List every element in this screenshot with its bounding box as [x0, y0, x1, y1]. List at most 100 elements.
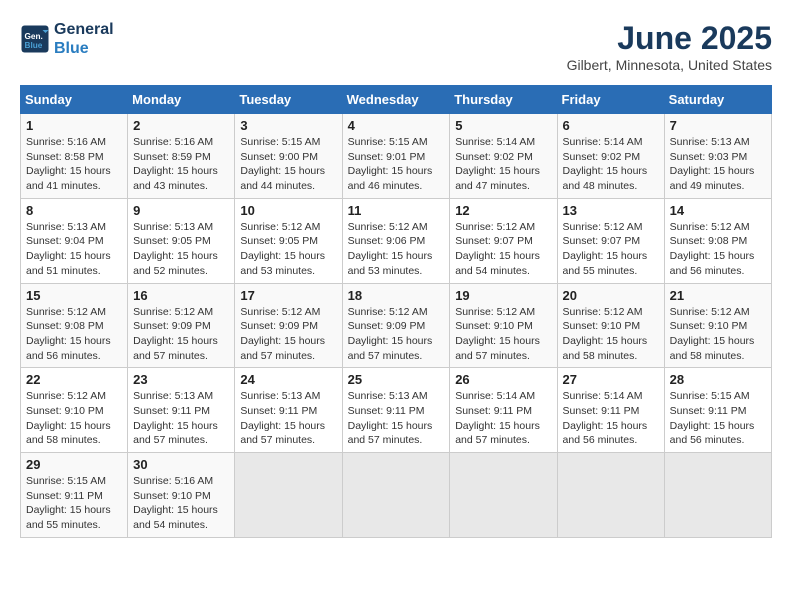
- day-info: Sunrise: 5:16 AM Sunset: 9:10 PM Dayligh…: [133, 474, 229, 533]
- day-info: Sunrise: 5:14 AM Sunset: 9:02 PM Dayligh…: [455, 135, 551, 194]
- calendar-cell: 27Sunrise: 5:14 AM Sunset: 9:11 PM Dayli…: [557, 368, 664, 453]
- calendar-week-row: 29 Sunrise: 5:15 AM Sunset: 9:11 PM Dayli…: [21, 453, 772, 538]
- day-info: Sunrise: 5:13 AM Sunset: 9:11 PM Dayligh…: [348, 389, 445, 448]
- day-number: 26: [455, 372, 551, 387]
- day-number: 10: [240, 203, 336, 218]
- day-number: 24: [240, 372, 336, 387]
- logo-line1: General: [54, 20, 114, 39]
- day-info: Sunrise: 5:13 AM Sunset: 9:04 PM Dayligh…: [26, 220, 122, 279]
- day-number: 17: [240, 288, 336, 303]
- day-info: Sunrise: 5:14 AM Sunset: 9:11 PM Dayligh…: [455, 389, 551, 448]
- header: Gen. Blue General Blue June 2025 Gilbert…: [20, 20, 772, 73]
- day-info: Sunrise: 5:13 AM Sunset: 9:05 PM Dayligh…: [133, 220, 229, 279]
- calendar-cell: 15 Sunrise: 5:12 AM Sunset: 9:08 PM Dayli…: [21, 283, 128, 368]
- calendar-cell: 8 Sunrise: 5:13 AM Sunset: 9:04 PM Daylig…: [21, 198, 128, 283]
- day-info: Sunrise: 5:15 AM Sunset: 9:11 PM Dayligh…: [670, 389, 766, 448]
- day-info: Sunrise: 5:12 AM Sunset: 9:08 PM Dayligh…: [670, 220, 766, 279]
- day-info: Sunrise: 5:14 AM Sunset: 9:02 PM Dayligh…: [563, 135, 659, 194]
- day-number: 3: [240, 118, 336, 133]
- weekday-header: Wednesday: [342, 86, 450, 114]
- calendar: SundayMondayTuesdayWednesdayThursdayFrid…: [20, 85, 772, 538]
- calendar-cell: 17 Sunrise: 5:12 AM Sunset: 9:09 PM Dayli…: [235, 283, 342, 368]
- weekday-header: Thursday: [450, 86, 557, 114]
- calendar-cell: 20 Sunrise: 5:12 AM Sunset: 9:10 PM Dayli…: [557, 283, 664, 368]
- day-number: 20: [563, 288, 659, 303]
- day-info: Sunrise: 5:12 AM Sunset: 9:05 PM Dayligh…: [240, 220, 336, 279]
- day-info: Sunrise: 5:12 AM Sunset: 9:10 PM Dayligh…: [670, 305, 766, 364]
- day-number: 6: [563, 118, 659, 133]
- calendar-cell: [450, 453, 557, 538]
- day-number: 30: [133, 457, 229, 472]
- title-area: June 2025 Gilbert, Minnesota, United Sta…: [567, 20, 772, 73]
- calendar-week-row: 8 Sunrise: 5:13 AM Sunset: 9:04 PM Daylig…: [21, 198, 772, 283]
- day-number: 4: [348, 118, 445, 133]
- day-number: 18: [348, 288, 445, 303]
- day-number: 25: [348, 372, 445, 387]
- svg-text:Gen.: Gen.: [25, 32, 43, 41]
- day-info: Sunrise: 5:13 AM Sunset: 9:03 PM Dayligh…: [670, 135, 766, 194]
- day-number: 8: [26, 203, 122, 218]
- day-info: Sunrise: 5:12 AM Sunset: 9:07 PM Dayligh…: [455, 220, 551, 279]
- calendar-cell: 2 Sunrise: 5:16 AM Sunset: 8:59 PM Daylig…: [128, 114, 235, 199]
- calendar-header-row: SundayMondayTuesdayWednesdayThursdayFrid…: [21, 86, 772, 114]
- calendar-cell: [664, 453, 771, 538]
- day-number: 19: [455, 288, 551, 303]
- day-number: 14: [670, 203, 766, 218]
- day-number: 22: [26, 372, 122, 387]
- calendar-cell: 28 Sunrise: 5:15 AM Sunset: 9:11 PM Dayli…: [664, 368, 771, 453]
- day-info: Sunrise: 5:12 AM Sunset: 9:07 PM Dayligh…: [563, 220, 659, 279]
- day-number: 23: [133, 372, 229, 387]
- calendar-cell: 19Sunrise: 5:12 AM Sunset: 9:10 PM Dayli…: [450, 283, 557, 368]
- weekday-header: Sunday: [21, 86, 128, 114]
- day-number: 28: [670, 372, 766, 387]
- logo-icon: Gen. Blue: [20, 24, 50, 54]
- day-number: 27: [563, 372, 659, 387]
- day-number: 12: [455, 203, 551, 218]
- calendar-cell: 23Sunrise: 5:13 AM Sunset: 9:11 PM Dayli…: [128, 368, 235, 453]
- calendar-cell: 12 Sunrise: 5:12 AM Sunset: 9:07 PM Dayli…: [450, 198, 557, 283]
- day-number: 29: [26, 457, 122, 472]
- day-info: Sunrise: 5:12 AM Sunset: 9:08 PM Dayligh…: [26, 305, 122, 364]
- calendar-cell: 30 Sunrise: 5:16 AM Sunset: 9:10 PM Dayli…: [128, 453, 235, 538]
- day-info: Sunrise: 5:12 AM Sunset: 9:09 PM Dayligh…: [240, 305, 336, 364]
- weekday-header: Tuesday: [235, 86, 342, 114]
- day-number: 13: [563, 203, 659, 218]
- day-number: 7: [670, 118, 766, 133]
- logo: Gen. Blue General Blue: [20, 20, 114, 58]
- calendar-cell: 7 Sunrise: 5:13 AM Sunset: 9:03 PM Daylig…: [664, 114, 771, 199]
- calendar-cell: 9 Sunrise: 5:13 AM Sunset: 9:05 PM Daylig…: [128, 198, 235, 283]
- day-info: Sunrise: 5:16 AM Sunset: 8:59 PM Dayligh…: [133, 135, 229, 194]
- month-title: June 2025: [567, 20, 772, 57]
- calendar-cell: 24 Sunrise: 5:13 AM Sunset: 9:11 PM Dayli…: [235, 368, 342, 453]
- day-info: Sunrise: 5:12 AM Sunset: 9:10 PM Dayligh…: [563, 305, 659, 364]
- calendar-cell: 6 Sunrise: 5:14 AM Sunset: 9:02 PM Daylig…: [557, 114, 664, 199]
- svg-text:Blue: Blue: [25, 41, 43, 50]
- day-info: Sunrise: 5:15 AM Sunset: 9:11 PM Dayligh…: [26, 474, 122, 533]
- day-number: 5: [455, 118, 551, 133]
- day-info: Sunrise: 5:13 AM Sunset: 9:11 PM Dayligh…: [240, 389, 336, 448]
- calendar-cell: 21 Sunrise: 5:12 AM Sunset: 9:10 PM Dayli…: [664, 283, 771, 368]
- day-info: Sunrise: 5:15 AM Sunset: 9:00 PM Dayligh…: [240, 135, 336, 194]
- day-number: 16: [133, 288, 229, 303]
- day-info: Sunrise: 5:12 AM Sunset: 9:09 PM Dayligh…: [133, 305, 229, 364]
- calendar-cell: 18Sunrise: 5:12 AM Sunset: 9:09 PM Dayli…: [342, 283, 450, 368]
- day-number: 15: [26, 288, 122, 303]
- day-number: 2: [133, 118, 229, 133]
- calendar-week-row: 22Sunrise: 5:12 AM Sunset: 9:10 PM Dayli…: [21, 368, 772, 453]
- weekday-header: Monday: [128, 86, 235, 114]
- calendar-cell: 4 Sunrise: 5:15 AM Sunset: 9:01 PM Daylig…: [342, 114, 450, 199]
- calendar-cell: 3 Sunrise: 5:15 AM Sunset: 9:00 PM Daylig…: [235, 114, 342, 199]
- day-number: 9: [133, 203, 229, 218]
- day-info: Sunrise: 5:15 AM Sunset: 9:01 PM Dayligh…: [348, 135, 445, 194]
- day-number: 21: [670, 288, 766, 303]
- calendar-cell: 1Sunrise: 5:16 AM Sunset: 8:58 PM Daylig…: [21, 114, 128, 199]
- location: Gilbert, Minnesota, United States: [567, 57, 772, 73]
- calendar-body: 1Sunrise: 5:16 AM Sunset: 8:58 PM Daylig…: [21, 114, 772, 538]
- day-info: Sunrise: 5:12 AM Sunset: 9:06 PM Dayligh…: [348, 220, 445, 279]
- calendar-cell: 5 Sunrise: 5:14 AM Sunset: 9:02 PM Daylig…: [450, 114, 557, 199]
- calendar-cell: 26 Sunrise: 5:14 AM Sunset: 9:11 PM Dayli…: [450, 368, 557, 453]
- calendar-cell: [557, 453, 664, 538]
- calendar-cell: 13 Sunrise: 5:12 AM Sunset: 9:07 PM Dayli…: [557, 198, 664, 283]
- calendar-week-row: 15 Sunrise: 5:12 AM Sunset: 9:08 PM Dayli…: [21, 283, 772, 368]
- calendar-cell: 22Sunrise: 5:12 AM Sunset: 9:10 PM Dayli…: [21, 368, 128, 453]
